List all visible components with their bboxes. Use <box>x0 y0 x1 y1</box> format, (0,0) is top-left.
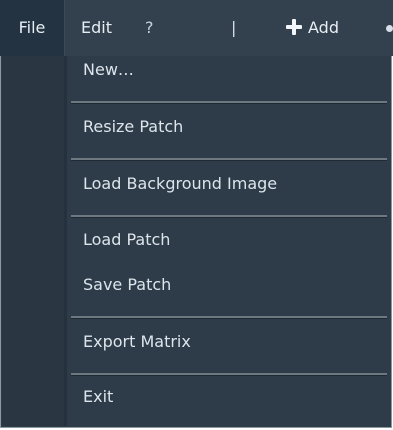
menu-gutter <box>2 56 64 426</box>
menu-item-new[interactable]: New… <box>83 60 134 79</box>
menu-gutter-edge <box>64 56 67 426</box>
add-label: Add <box>308 18 339 37</box>
menu-bar: File Edit ? | Add <box>0 0 393 56</box>
menu-divider <box>71 373 387 376</box>
menu-item-resize-patch[interactable]: Resize Patch <box>83 117 183 136</box>
menu-divider <box>71 101 387 104</box>
plus-icon <box>286 19 302 35</box>
menu-edit[interactable]: Edit <box>81 0 112 56</box>
app-window: File Edit ? | Add New… Resize Patch Load… <box>0 0 393 430</box>
menu-item-exit[interactable]: Exit <box>83 387 113 406</box>
menu-item-export-matrix[interactable]: Export Matrix <box>83 332 191 351</box>
menu-file[interactable]: File <box>0 0 65 56</box>
menu-separator: | <box>231 18 237 37</box>
menu-help[interactable]: ? <box>145 0 154 56</box>
cut-off-indicator <box>386 25 393 32</box>
menu-item-load-patch[interactable]: Load Patch <box>83 230 170 249</box>
menu-item-load-background-image[interactable]: Load Background Image <box>83 174 277 193</box>
menu-divider <box>71 215 387 218</box>
add-button[interactable]: Add <box>286 0 339 56</box>
menu-item-save-patch[interactable]: Save Patch <box>83 275 171 294</box>
menu-divider <box>71 158 387 161</box>
menu-divider <box>71 316 387 319</box>
file-dropdown-menu: New… Resize Patch Load Background Image … <box>0 56 392 428</box>
